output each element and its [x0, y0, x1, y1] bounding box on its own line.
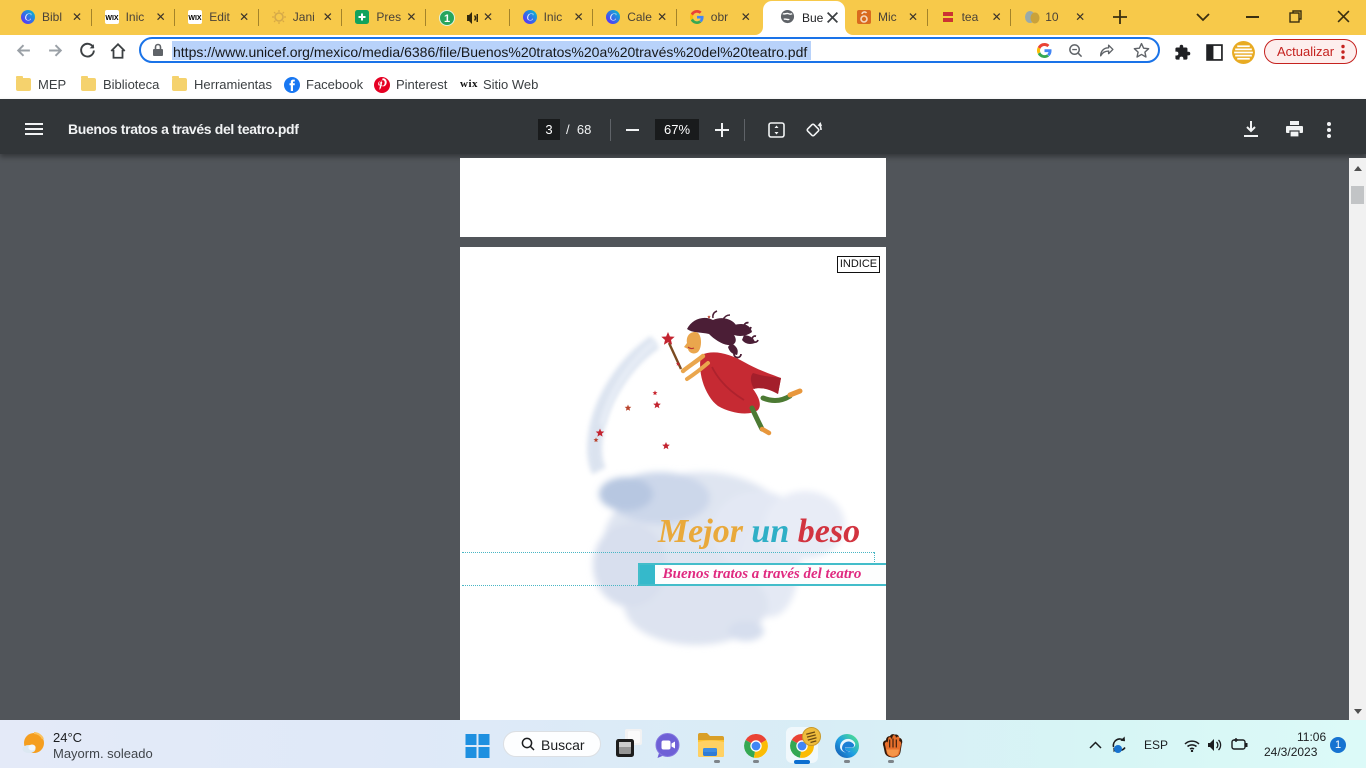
svg-text:C: C	[610, 13, 617, 24]
svg-text:WIX: WIX	[189, 15, 203, 22]
svg-text:C: C	[526, 13, 533, 24]
svg-text:1: 1	[444, 13, 450, 25]
svg-text:C: C	[25, 13, 32, 24]
svg-text:WIX: WIX	[105, 15, 119, 22]
